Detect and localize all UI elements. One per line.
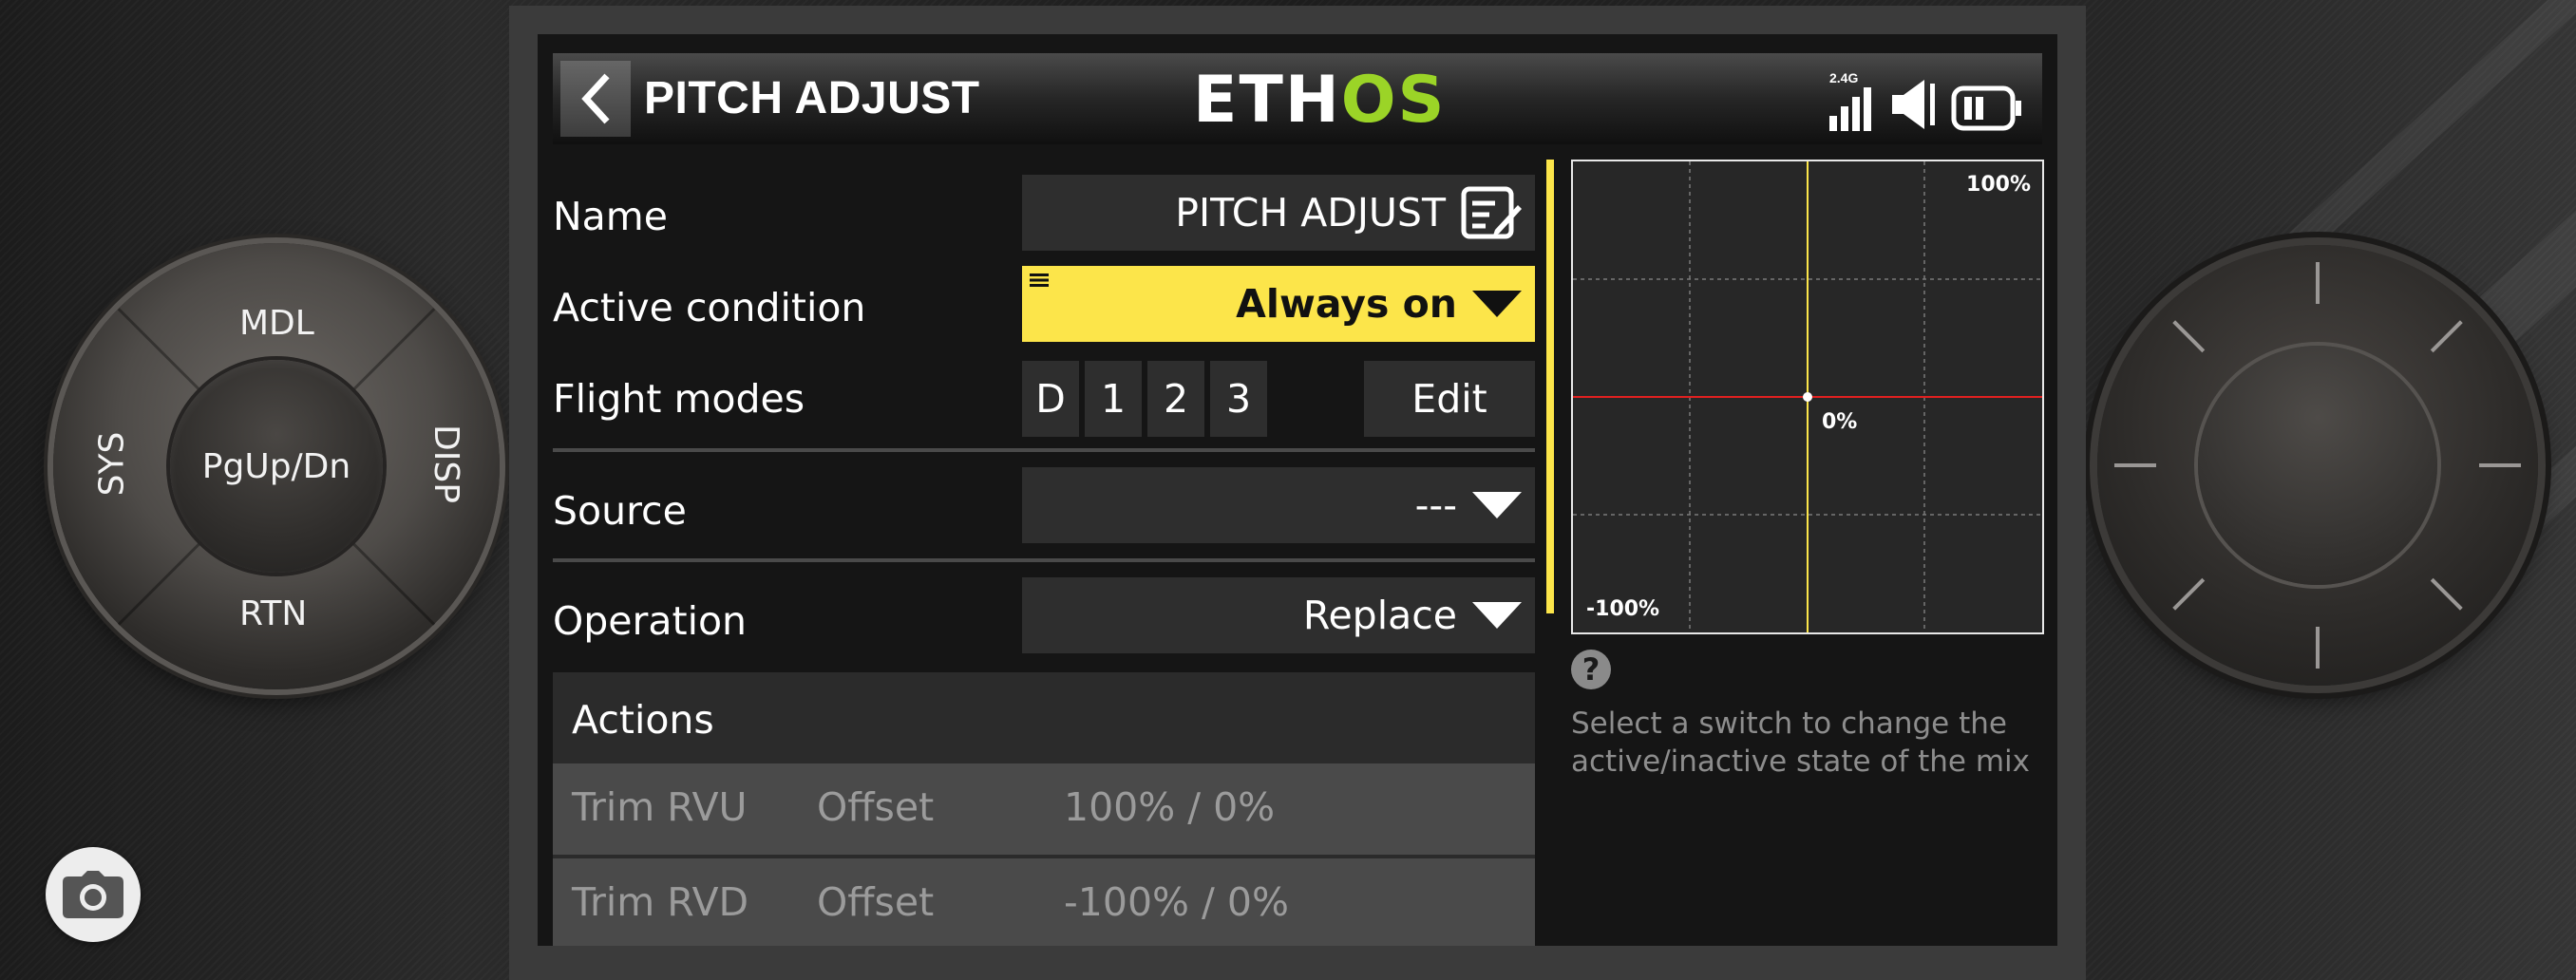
mdl-button[interactable]: MDL xyxy=(239,304,314,343)
signal-band-label: 2.4G xyxy=(1829,70,1859,85)
rtn-button[interactable]: RTN xyxy=(239,594,307,633)
action-name: Trim RVU xyxy=(572,784,748,830)
action-value: 100% / 0% xyxy=(1064,784,1276,830)
back-button[interactable] xyxy=(560,61,631,137)
screen: PITCH ADJUST ETHOS 2.4G Name PITCH ADJUS… xyxy=(538,34,2057,946)
curve-point xyxy=(1803,392,1812,402)
chevron-down-icon xyxy=(1472,492,1522,518)
action-value: -100% / 0% xyxy=(1064,879,1289,925)
curve-graph: 100% 0% -100% xyxy=(1571,160,2044,634)
disp-button[interactable]: DISP xyxy=(426,424,465,503)
name-field[interactable]: PITCH ADJUST xyxy=(1022,175,1535,251)
scrollbar[interactable] xyxy=(1546,160,1554,613)
page-title: PITCH ADJUST xyxy=(644,73,980,123)
active-condition-label: Active condition xyxy=(553,285,866,330)
dial-center xyxy=(2198,346,2437,585)
speaker-icon xyxy=(1892,80,1935,129)
name-value: PITCH ADJUST xyxy=(1175,190,1446,236)
graph-max-label: 100% xyxy=(1966,173,2031,197)
flight-modes-label: Flight modes xyxy=(553,376,805,422)
chevron-down-icon xyxy=(1472,291,1522,317)
operation-value: Replace xyxy=(1302,593,1457,638)
divider xyxy=(553,448,1535,452)
flight-mode-3[interactable]: 3 xyxy=(1210,361,1267,437)
battery-icon xyxy=(1951,85,2021,131)
rotary-dial[interactable] xyxy=(2097,245,2538,686)
name-label: Name xyxy=(553,194,668,239)
pgupdn-button[interactable]: PgUp/Dn xyxy=(170,360,383,573)
title-bar: PITCH ADJUST ETHOS 2.4G xyxy=(553,53,2042,144)
graph-min-label: -100% xyxy=(1586,597,1660,621)
divider xyxy=(553,558,1535,562)
operation-dropdown[interactable]: Replace xyxy=(1022,577,1535,653)
actions-title: Actions xyxy=(572,697,714,743)
ethos-logo: ETHOS xyxy=(1193,63,1447,138)
chevron-down-icon xyxy=(1472,602,1522,629)
help-text: Select a switch to change the active/ina… xyxy=(1571,707,2031,779)
action-row[interactable]: Trim RVD Offset -100% / 0% xyxy=(553,858,1535,946)
action-row[interactable]: Trim RVU Offset 100% / 0% xyxy=(553,763,1535,855)
edit-text-icon xyxy=(1461,186,1522,239)
active-condition-dropdown[interactable]: Always on xyxy=(1022,266,1535,342)
actions-panel: Actions Trim RVU Offset 100% / 0% Trim R… xyxy=(553,672,1535,946)
flight-mode-1[interactable]: 1 xyxy=(1085,361,1142,437)
flight-modes-edit-button[interactable]: Edit xyxy=(1364,361,1535,437)
menu-lines-icon xyxy=(1030,273,1049,287)
source-label: Source xyxy=(553,488,687,534)
flight-mode-2[interactable]: 2 xyxy=(1147,361,1204,437)
operation-label: Operation xyxy=(553,598,748,644)
logo-text-os: OS xyxy=(1340,63,1447,138)
signal-icon: 2.4G xyxy=(1829,70,1877,131)
action-type: Offset xyxy=(817,784,935,830)
graph-center-label: 0% xyxy=(1822,410,1858,434)
chevron-left-icon xyxy=(581,73,610,124)
help-icon: ? xyxy=(1571,650,1611,689)
logo-text-eth: ETH xyxy=(1193,63,1341,138)
flight-mode-d[interactable]: D xyxy=(1022,361,1079,437)
status-icons: 2.4G xyxy=(1829,66,2023,131)
active-condition-value: Always on xyxy=(1236,281,1457,327)
screenshot-button[interactable] xyxy=(46,847,141,942)
camera-icon xyxy=(63,871,123,918)
navigation-ring: MDL RTN SYS DISP PgUp/Dn xyxy=(53,243,500,689)
pgupdn-label: PgUp/Dn xyxy=(201,446,351,486)
action-name: Trim RVD xyxy=(572,879,749,925)
action-type: Offset xyxy=(817,879,935,925)
sys-button[interactable]: SYS xyxy=(92,432,131,497)
source-dropdown[interactable]: --- xyxy=(1022,467,1535,543)
source-value: --- xyxy=(1414,482,1457,528)
